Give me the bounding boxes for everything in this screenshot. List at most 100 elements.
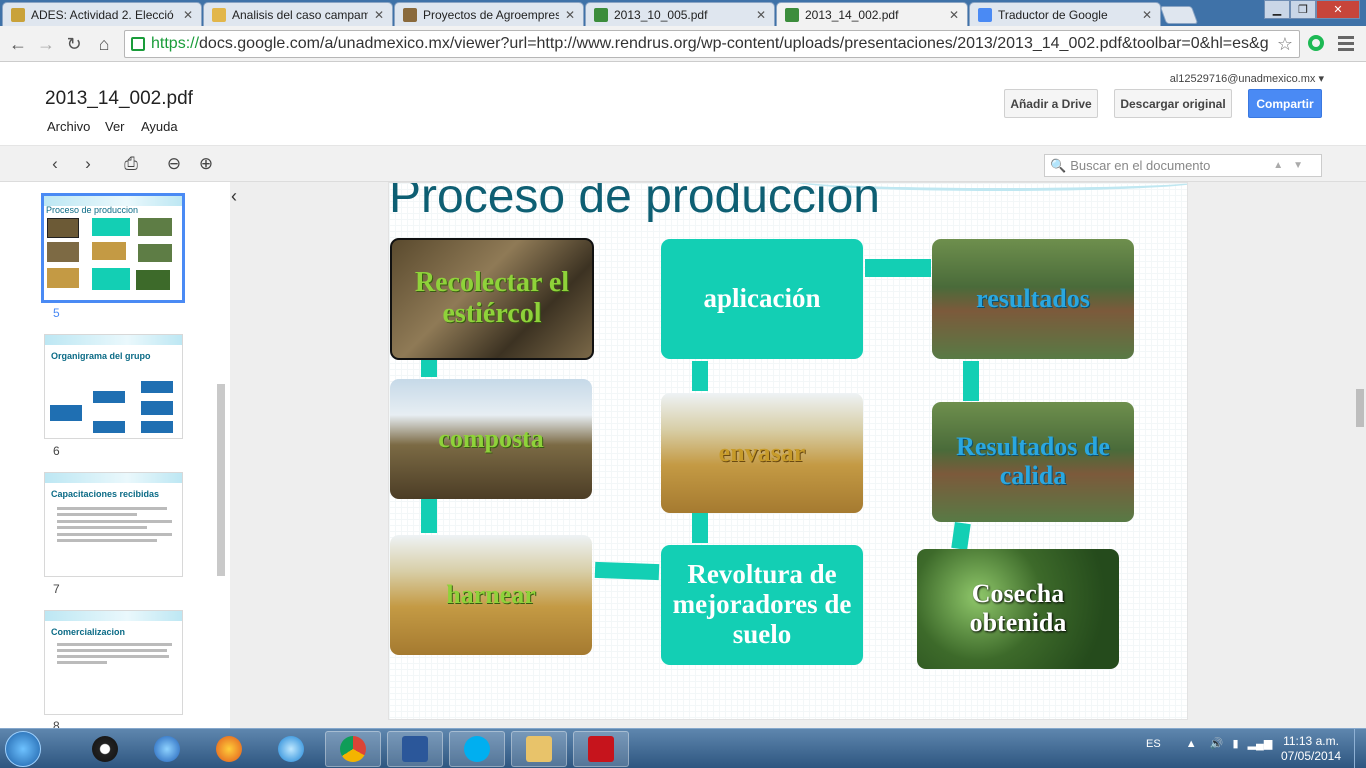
thumbnail-page-5[interactable]: Proceso de produccion bbox=[41, 193, 185, 303]
pdf-page: Proceso de produccion Recolectar el esti… bbox=[388, 182, 1188, 720]
word-icon bbox=[402, 736, 428, 762]
forward-arrow-icon[interactable]: → bbox=[36, 34, 56, 54]
slide-title: Proceso de produccion bbox=[389, 182, 880, 223]
connector bbox=[421, 499, 437, 533]
network-icon[interactable]: ▂▄▆ bbox=[1248, 738, 1273, 750]
page-number-6: 6 bbox=[53, 444, 60, 458]
thumbnail-page-6[interactable]: Organigrama del grupo bbox=[44, 334, 183, 439]
box-aplicacion: aplicación bbox=[661, 239, 863, 359]
new-tab-button[interactable] bbox=[1159, 6, 1199, 24]
tab-proyectos[interactable]: Proyectos de Agroempres ✕ bbox=[394, 2, 584, 26]
close-icon[interactable]: ✕ bbox=[374, 8, 384, 22]
page-number-5: 5 bbox=[53, 306, 60, 320]
site-icon bbox=[403, 7, 417, 22]
menu-archivo[interactable]: Archivo bbox=[47, 119, 90, 134]
taskbar-internet-explorer[interactable] bbox=[263, 731, 319, 767]
taskbar-word[interactable] bbox=[387, 731, 443, 767]
tab-analisis[interactable]: Analisis del caso campam ✕ bbox=[203, 2, 393, 26]
webcam-icon bbox=[92, 736, 118, 762]
box-composta: composta bbox=[390, 379, 592, 499]
connector bbox=[865, 259, 931, 277]
minimize-button[interactable]: ▁ bbox=[1264, 0, 1290, 19]
restore-button[interactable]: ❐ bbox=[1290, 0, 1316, 19]
taskbar-acrobat[interactable] bbox=[573, 731, 629, 767]
connector bbox=[951, 522, 971, 550]
close-icon[interactable]: ✕ bbox=[756, 8, 766, 22]
page-scrollbar[interactable] bbox=[1356, 389, 1364, 427]
connector bbox=[421, 359, 437, 377]
connector bbox=[692, 361, 708, 391]
collapse-sidebar-icon[interactable]: ‹ bbox=[231, 186, 237, 207]
drive-icon bbox=[785, 7, 799, 22]
tab-2013-14-002[interactable]: 2013_14_002.pdf ✕ bbox=[776, 2, 968, 26]
taskbar-explorer[interactable] bbox=[511, 731, 567, 767]
windows-taskbar: ES ▲ 🔊 ▮ ▂▄▆ 11:13 a.m. 07/05/2014 bbox=[0, 728, 1366, 768]
search-navigation-arrows[interactable]: ▲▼ bbox=[1273, 160, 1313, 171]
menu-ayuda[interactable]: Ayuda bbox=[141, 119, 178, 134]
itunes-icon bbox=[154, 736, 180, 762]
battery-icon[interactable]: ▮ bbox=[1232, 738, 1238, 750]
window-controls: ▁ ❐ ✕ bbox=[1264, 0, 1360, 19]
close-icon[interactable]: ✕ bbox=[183, 8, 193, 22]
back-arrow-icon[interactable]: ← bbox=[8, 34, 28, 54]
taskbar-firefox[interactable] bbox=[201, 731, 257, 767]
acrobat-icon bbox=[588, 736, 614, 762]
previous-page-icon[interactable]: ‹ bbox=[44, 154, 66, 174]
tab-traductor[interactable]: Traductor de Google ✕ bbox=[969, 2, 1161, 26]
thumbnail-page-7[interactable]: Capacitaciones recibidas bbox=[44, 472, 183, 577]
sidebar-scrollbar[interactable] bbox=[217, 384, 225, 576]
add-to-drive-button[interactable]: Añadir a Drive bbox=[1004, 89, 1098, 118]
start-button[interactable] bbox=[5, 731, 41, 767]
home-icon[interactable]: ⌂ bbox=[94, 34, 114, 54]
close-icon[interactable]: ✕ bbox=[565, 8, 575, 22]
tab-ades[interactable]: ADES: Actividad 2. Elecció ✕ bbox=[2, 2, 202, 26]
volume-icon[interactable]: 🔊 bbox=[1210, 738, 1224, 750]
menu-ver[interactable]: Ver bbox=[105, 119, 125, 134]
page-number-7: 7 bbox=[53, 582, 60, 596]
taskbar-skype[interactable] bbox=[449, 731, 505, 767]
share-button[interactable]: Compartir bbox=[1248, 89, 1322, 118]
viewer-toolbar: ‹ › ⎙ ⊖ ⊕ 🔍 Buscar en el documento ▲▼ bbox=[0, 145, 1366, 182]
zoom-in-icon[interactable]: ⊕ bbox=[195, 154, 217, 174]
taskbar-itunes[interactable] bbox=[139, 731, 195, 767]
search-icon: 🔍 bbox=[1050, 157, 1067, 173]
system-tray: ES ▲ 🔊 ▮ ▂▄▆ bbox=[1146, 737, 1272, 750]
internet-explorer-icon bbox=[278, 736, 304, 762]
account-email[interactable]: al12529716@unadmexico.mx ▾ bbox=[1170, 72, 1324, 85]
extension-icon[interactable] bbox=[1308, 35, 1324, 51]
lock-icon bbox=[131, 37, 145, 51]
close-window-button[interactable]: ✕ bbox=[1316, 0, 1360, 19]
close-icon[interactable]: ✕ bbox=[1142, 8, 1152, 22]
connector bbox=[594, 561, 660, 581]
skype-icon bbox=[464, 736, 490, 762]
taskbar-webcam[interactable] bbox=[77, 731, 133, 767]
thumbnail-page-8[interactable]: Comercializacion bbox=[44, 610, 183, 715]
next-page-icon[interactable]: › bbox=[77, 154, 99, 174]
thumbnail-sidebar: Proceso de produccion 5 Organigrama del … bbox=[0, 182, 230, 733]
document-search-input[interactable]: 🔍 Buscar en el documento ▲▼ bbox=[1044, 154, 1322, 177]
print-icon[interactable]: ⎙ bbox=[120, 154, 142, 174]
box-harnear: harnear bbox=[390, 535, 592, 655]
menu-icon[interactable] bbox=[1338, 36, 1354, 54]
box-cosecha: Cosecha obtenida bbox=[917, 549, 1119, 669]
box-envasar: envasar bbox=[661, 393, 863, 513]
browser-tab-strip: ADES: Actividad 2. Elecció ✕ Analisis de… bbox=[0, 0, 1366, 26]
show-desktop-button[interactable] bbox=[1354, 729, 1366, 768]
tray-expand-icon[interactable]: ▲ bbox=[1186, 738, 1197, 750]
taskbar-clock[interactable]: 11:13 a.m. 07/05/2014 bbox=[1276, 734, 1346, 764]
reload-icon[interactable]: ↻ bbox=[64, 34, 84, 54]
pencil-icon bbox=[212, 7, 226, 22]
bookmark-star-icon[interactable]: ☆ bbox=[1277, 34, 1293, 55]
box-resultados: resultados bbox=[932, 239, 1134, 359]
firefox-icon bbox=[216, 736, 242, 762]
download-original-button[interactable]: Descargar original bbox=[1114, 89, 1232, 118]
tab-2013-10-005[interactable]: 2013_10_005.pdf ✕ bbox=[585, 2, 775, 26]
taskbar-chrome[interactable] bbox=[325, 731, 381, 767]
drive-icon bbox=[594, 7, 608, 22]
chrome-icon bbox=[340, 736, 366, 762]
language-indicator[interactable]: ES bbox=[1146, 738, 1161, 750]
close-icon[interactable]: ✕ bbox=[949, 8, 959, 22]
zoom-out-icon[interactable]: ⊖ bbox=[163, 154, 185, 174]
address-bar[interactable]: https:// docs.google.com/a/unadmexico.mx… bbox=[124, 30, 1300, 58]
document-title: 2013_14_002.pdf bbox=[45, 88, 193, 109]
